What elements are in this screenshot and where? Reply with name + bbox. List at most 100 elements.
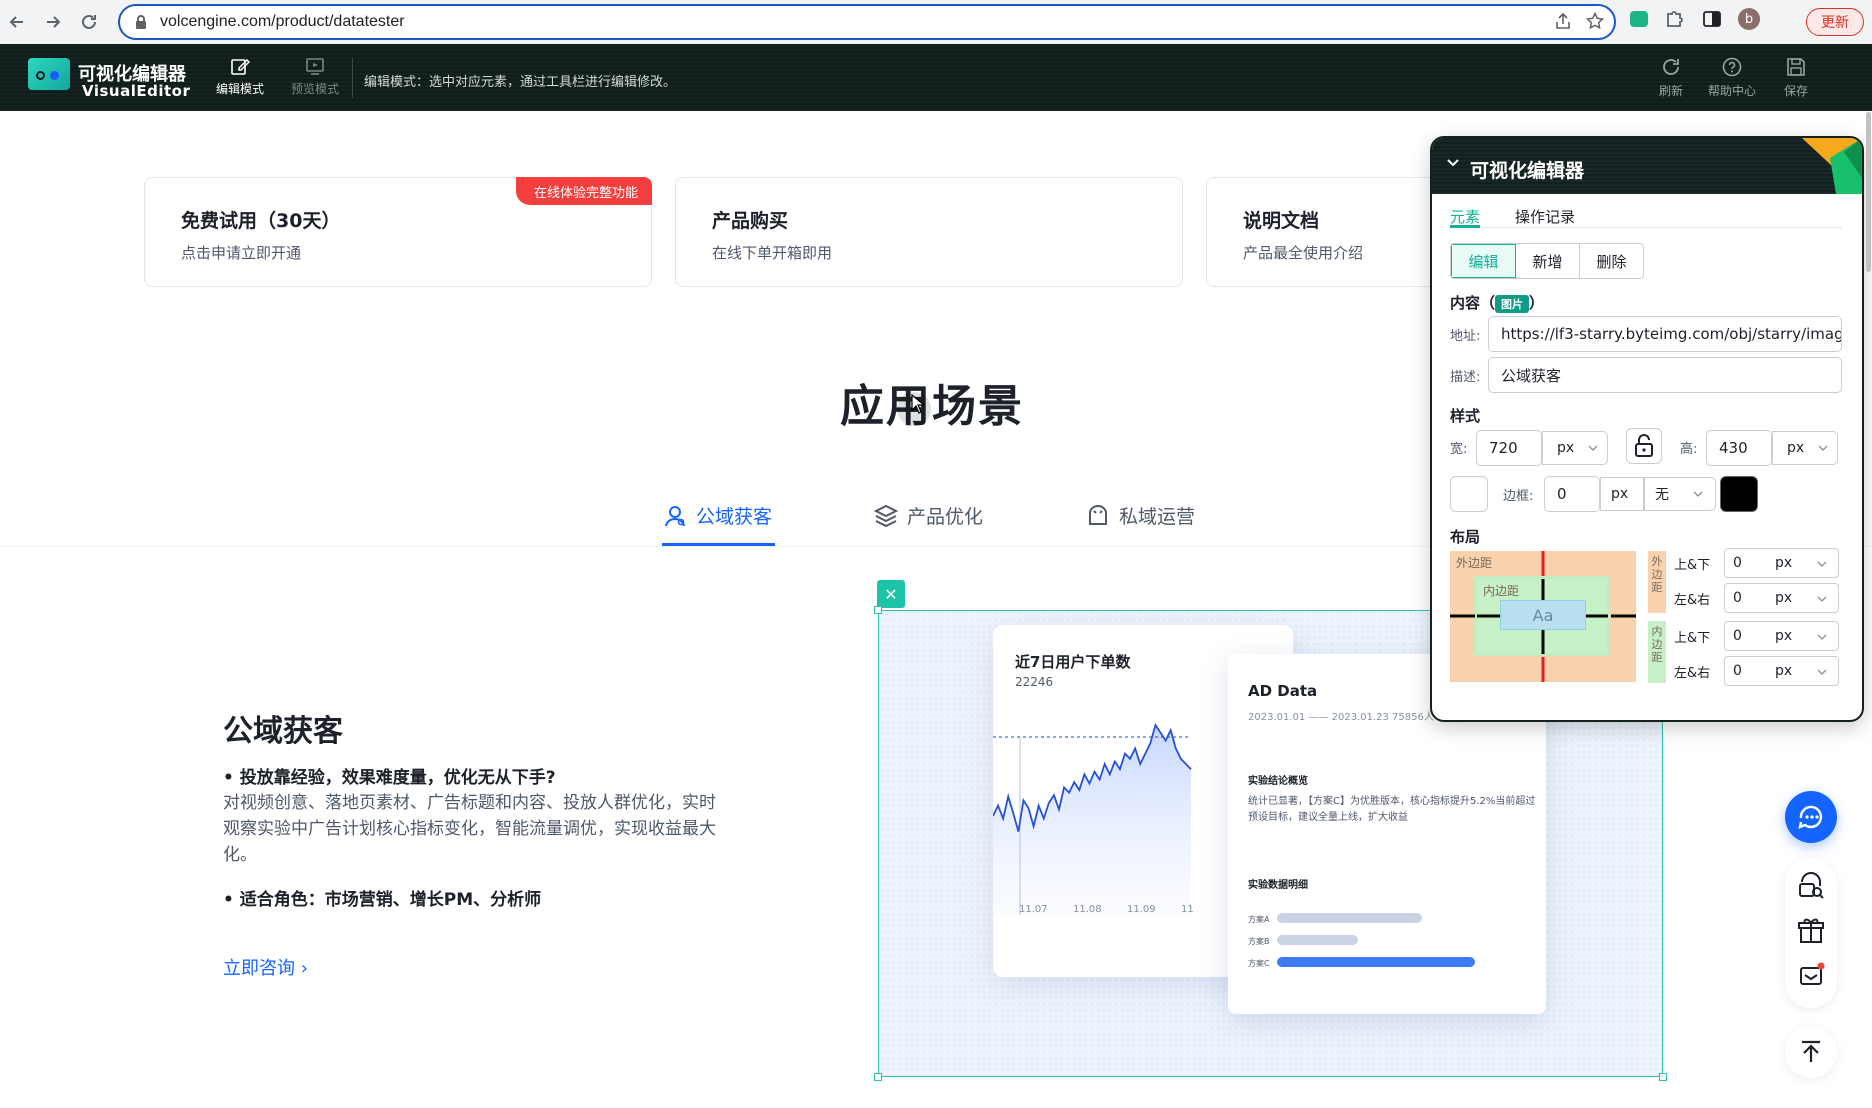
height-input[interactable]: 430 [1706,430,1772,466]
chevron-down-icon [1693,491,1703,497]
ad-meta: 2023.01.01 —— 2023.01.23 75856人 [1248,712,1434,723]
address-bar[interactable]: volcengine.com/product/datatester [118,4,1616,40]
edit-mode-label: 编辑模式 [215,82,264,96]
mouse-cursor-icon [911,394,925,414]
resize-handle[interactable] [1659,1073,1667,1081]
back-to-top-button[interactable] [1785,1026,1837,1078]
tab-element[interactable]: 元素 [1450,206,1480,227]
panel-header[interactable]: 可视化编辑器 [1432,138,1862,194]
help-center-button[interactable]: 帮助中心 [1706,56,1758,99]
card-title: 免费试用（30天） [181,210,341,232]
card-desc: 点击申请立即开通 [181,244,302,262]
mode-hint: 编辑模式：选中对应元素，通过工具栏进行编辑修改。 [364,75,677,90]
desc-key: 描述: [1450,370,1481,385]
height-unit-select[interactable]: px [1772,431,1838,465]
resize-handle[interactable] [874,1073,882,1081]
feature-desc: 对视频创意、落地页素材、广告标题和内容、投放人群优化，实时观察实验中广告计划核心… [223,793,716,865]
chevron-down-icon [1588,445,1598,451]
chevron-down-icon [1817,561,1827,567]
chevron-down-icon [1817,634,1827,640]
bar-label: 方案B [1248,937,1270,946]
help-icon [1722,57,1742,77]
unlock-icon [1635,434,1653,457]
detail-title: 实验数据明细 [1248,880,1308,891]
border-key: 边框: [1503,489,1534,504]
width-key: 宽: [1450,442,1468,457]
feature-bullet: • 适合角色：市场营销、增长PM、分析师 [223,890,542,910]
margin-tb-input[interactable]: 0 px [1724,548,1839,578]
feature-title: 公域获客 [223,714,343,749]
puzzle-icon[interactable] [1664,8,1686,30]
back-button[interactable] [0,5,34,39]
free-trial-card[interactable]: 免费试用（30天） 点击申请立即开通 在线体验完整功能 [144,177,652,287]
unit-text: px [1775,663,1793,679]
help-label: 帮助中心 [1707,84,1756,98]
tab-public-acquisition[interactable]: 公域获客 [662,502,772,529]
delete-button[interactable]: 删除 [1580,244,1643,278]
card-title: 产品购买 [712,210,789,232]
tab-private-operation[interactable]: 私域运营 [1085,502,1195,529]
chevron-down-icon[interactable] [1446,156,1460,170]
edit-button[interactable]: 编辑 [1451,244,1516,278]
panel-corner-decoration [1802,138,1862,194]
margin-lr-input[interactable]: 0 px [1724,583,1839,613]
border-style-text: 无 [1655,487,1669,503]
arrow-left-icon [9,16,23,28]
add-button[interactable]: 新增 [1516,244,1580,278]
box-model-guides [1450,551,1636,682]
save-label: 保存 [1783,84,1808,98]
border-style-select[interactable]: 无 [1644,477,1716,511]
arrow-up-icon [1802,1040,1820,1062]
preview-mode-button[interactable]: 预览模式 [285,56,345,97]
edit-mode-button[interactable]: 编辑模式 [210,56,270,97]
user-icon [665,505,685,526]
line-area [993,725,1191,915]
logo-subtitle: VisualEditor [82,82,191,100]
search-doc-icon[interactable] [1785,866,1837,912]
layers-icon [873,504,899,527]
width-unit-select[interactable]: px [1542,431,1608,465]
reload-button[interactable] [72,5,106,39]
profile-avatar[interactable]: b [1738,8,1760,30]
tab-product-optimization[interactable]: 产品优化 [873,502,983,529]
gift-icon[interactable] [1785,910,1837,956]
width-input[interactable]: 720 [1476,430,1542,466]
consult-link[interactable]: 立即咨询 › [223,954,308,980]
margin-lr-label: 左&右 [1674,593,1711,608]
card-desc: 在线下单开箱即用 [712,244,833,262]
tab-label: 公域获客 [696,506,773,528]
border-color-swatch[interactable] [1720,476,1758,512]
padding-tb-input[interactable]: 0 px [1724,621,1839,651]
update-button[interactable]: 更新 [1806,8,1864,36]
value-text: 0 [1733,555,1742,571]
tab-history[interactable]: 操作记录 [1515,206,1575,227]
floating-tool-strip [1785,858,1837,1008]
share-icon[interactable] [1554,12,1572,30]
message-icon[interactable] [1785,954,1837,1000]
aspect-lock-button[interactable] [1626,428,1662,464]
scrollbar-thumb[interactable] [1866,112,1871,272]
deselect-button[interactable]: ✕ [877,580,905,608]
card-ribbon-badge: 在线体验完整功能 [515,177,652,205]
save-button[interactable]: 保存 [1770,56,1822,99]
extension-icon[interactable] [1630,11,1648,27]
image-url-input[interactable]: https://lf3-starry.byteimg.com/obj/starr… [1488,316,1842,352]
url-text: volcengine.com/product/datatester [160,13,405,30]
refresh-button[interactable]: 刷新 [1645,56,1697,99]
chat-icon [1798,805,1823,829]
star-icon[interactable] [1586,12,1604,30]
forward-button[interactable] [36,5,70,39]
bar-label: 方案C [1248,959,1270,968]
resize-handle[interactable] [874,606,882,614]
background-color-swatch[interactable] [1450,476,1488,512]
border-width-input[interactable]: 0 [1544,476,1600,512]
image-desc-input[interactable]: 公域获客 [1488,357,1842,393]
sidepanel-icon[interactable] [1702,9,1722,29]
unit-text: px [1775,628,1793,644]
padding-lr-input[interactable]: 0 px [1724,656,1839,686]
box-model-diagram: 外边距 内边距 Aa [1450,551,1636,682]
bar-label: 方案A [1248,915,1270,924]
customer-service-button[interactable] [1785,791,1837,843]
purchase-card[interactable]: 产品购买 在线下单开箱即用 [675,177,1183,287]
browser-toolbar: volcengine.com/product/datatester b 更新 [0,0,1872,44]
